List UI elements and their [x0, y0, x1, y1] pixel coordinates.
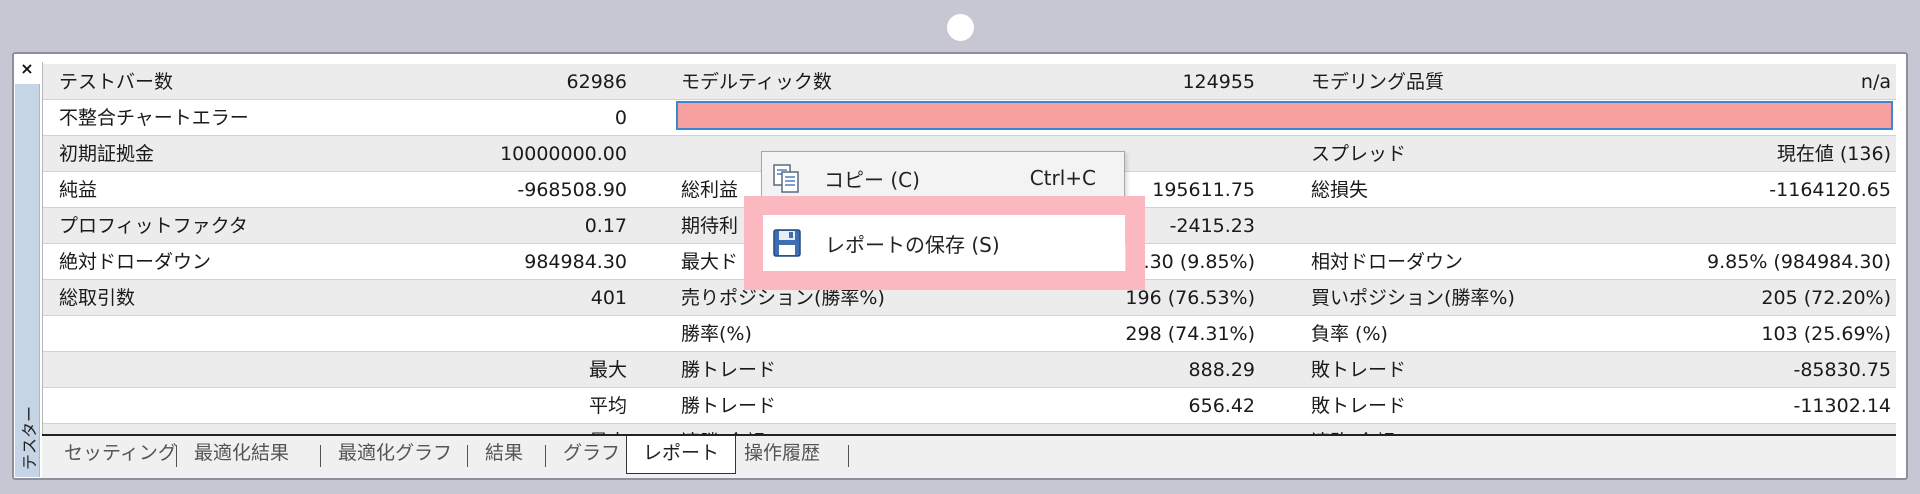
row-value: 最大 [588, 359, 627, 381]
row-label: 勝率(%) [681, 323, 752, 345]
row-value: 205 (72.20%) [1761, 287, 1891, 309]
row-label: 初期証拠金 [59, 143, 155, 165]
tab-results[interactable]: 結果 [485, 436, 523, 472]
row-value: -11302.14 [1793, 395, 1891, 417]
row-label: 負率 (%) [1311, 323, 1388, 345]
row-value: 14 (-12353.04) [1603, 424, 1891, 434]
tester-tabs: セッティング 最適化結果 最適化グラフ 結果 グラフ レポート 操作履歴 [42, 434, 1896, 478]
camera-dot [947, 14, 974, 41]
row-value: 656.42 [1188, 395, 1255, 417]
row-label: 不整合チャートエラー [59, 107, 249, 129]
row-label: テストバー数 [59, 71, 174, 93]
tab-separator [545, 445, 546, 467]
tab-settings[interactable]: セッティング [64, 436, 177, 472]
row-value: 62986 [566, 71, 627, 93]
save-report-label: レポートの保存 (S) [825, 232, 1000, 257]
tab-optimization-graph[interactable]: 最適化グラフ [338, 436, 452, 472]
row-label: 相対ドローダウン [1311, 251, 1464, 273]
row-value: 298 (74.31%) [1125, 323, 1255, 345]
row-label: 買いポジション(勝率%) [1311, 287, 1515, 309]
table-row: 最大 勝トレード 888.29 敗トレード -85830.75 [43, 352, 1896, 388]
row-value: -968508.90 [517, 179, 627, 201]
tester-side-title: テスター [20, 405, 40, 471]
row-value: 9.85% (984984.30) [1707, 251, 1891, 273]
row-label: 総利益 [681, 179, 739, 201]
row-label: 勝トレード [681, 395, 777, 417]
row-value: 984984.30 [524, 251, 627, 273]
row-label: 期待利 [681, 215, 739, 237]
table-row: テストバー数 62986 モデルティック数 124955 モデリング品質 n/a [43, 64, 1896, 100]
row-value: 24 (12277.71) [973, 424, 1255, 434]
row-value: 平均 [588, 395, 627, 417]
row-label: 敗トレード [1311, 395, 1407, 417]
row-value: 401 [590, 287, 627, 309]
row-value: 現在値 (136) [1776, 143, 1891, 165]
row-label: 最大ド [681, 251, 739, 273]
row-label: 連敗(金額) [1311, 424, 1402, 434]
row-label: 総取引数 [59, 287, 136, 309]
row-label: スプレッド [1311, 143, 1407, 165]
tab-report[interactable]: レポート [626, 436, 737, 474]
table-row: 平均 勝トレード 656.42 敗トレード -11302.14 [43, 388, 1896, 424]
row-label: 絶対ドローダウン [59, 251, 212, 273]
row-value: 124955 [1182, 71, 1255, 93]
row-value: 最大 [343, 424, 627, 434]
row-value: 888.29 [1188, 359, 1255, 381]
row-label: モデリング品質 [1311, 71, 1445, 93]
row-label: 敗トレード [1311, 359, 1407, 381]
row-label: 総損失 [1311, 179, 1369, 201]
close-icon[interactable]: × [13, 58, 41, 80]
table-row: 勝率(%) 298 (74.31%) 負率 (%) 103 (25.69%) [43, 316, 1896, 352]
tab-graph[interactable]: グラフ [563, 436, 620, 472]
tab-separator [467, 445, 468, 467]
tab-separator [848, 445, 849, 467]
save-report-menu-item[interactable]: レポートの保存 (S) [763, 215, 1125, 271]
row-value: 0.17 [584, 215, 627, 237]
row-value: 103 (25.69%) [1761, 323, 1891, 345]
row-value: 0 [614, 107, 627, 129]
copy-shortcut: Ctrl+C [1029, 166, 1096, 190]
row-label: 連勝(金額) [681, 424, 772, 434]
tab-separator [320, 445, 321, 467]
copy-menu-label: コピー (C) [824, 167, 920, 192]
row-value: -1164120.65 [1769, 179, 1891, 201]
row-label: 勝トレード [681, 359, 777, 381]
tab-separator [176, 445, 177, 467]
tab-optimization-results[interactable]: 最適化結果 [194, 436, 289, 472]
chart-error-bar[interactable] [676, 101, 1893, 130]
save-disk-icon [763, 215, 811, 271]
table-row: 最大 連勝(金額) 24 (12277.71) 連敗(金額) 14 (-1235… [43, 424, 1896, 434]
row-label: モデルティック数 [681, 71, 832, 93]
row-value: -85830.75 [1793, 359, 1891, 381]
row-value: n/a [1860, 71, 1891, 93]
row-label: 純益 [59, 179, 98, 201]
row-value: 10000000.00 [500, 143, 627, 165]
tab-operation-history[interactable]: 操作履歴 [744, 436, 820, 472]
row-label: プロフィットファクタ [59, 215, 248, 237]
